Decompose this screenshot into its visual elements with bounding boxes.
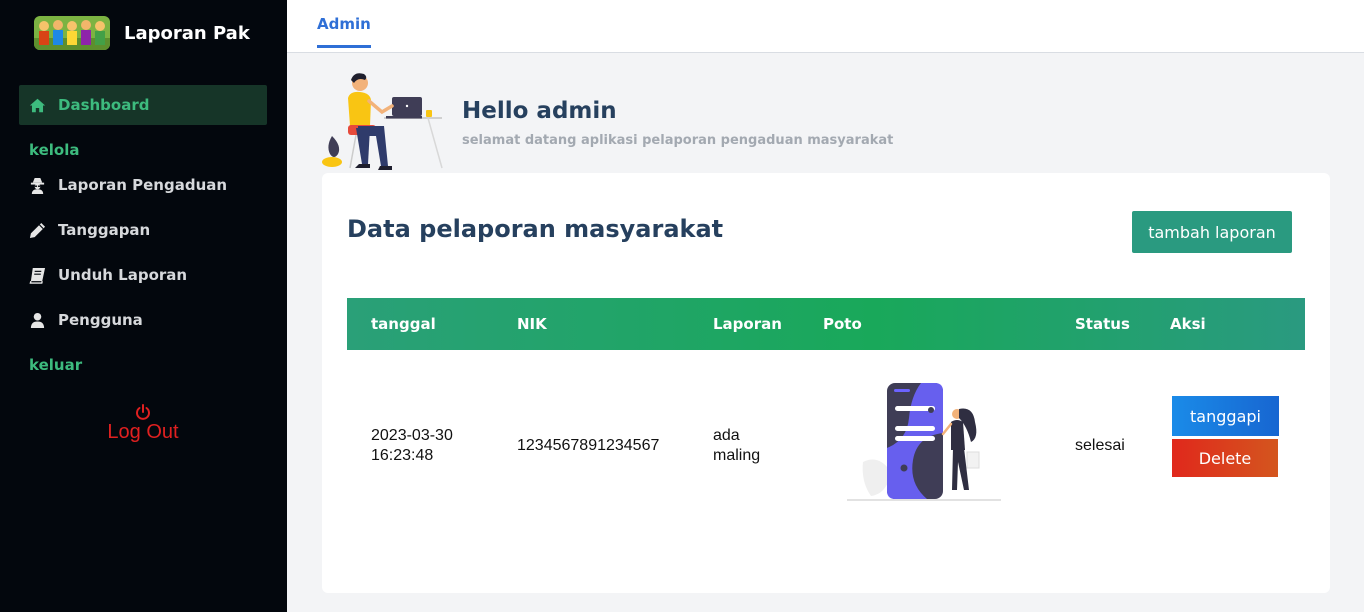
cell-nik: 1234567891234567 bbox=[517, 437, 660, 454]
delete-button[interactable]: Delete bbox=[1172, 439, 1278, 477]
person-at-desk-illustration bbox=[318, 70, 446, 174]
sidebar-item-tanggapan[interactable]: Tanggapan bbox=[29, 221, 150, 239]
tab-admin[interactable]: Admin bbox=[317, 0, 371, 48]
column-header-laporan: Laporan bbox=[713, 315, 782, 333]
section-label-kelola: kelola bbox=[29, 141, 80, 159]
table-header: tanggal NIK Laporan Poto Status Aksi bbox=[347, 298, 1305, 350]
sidebar-item-laporan-pengaduan[interactable]: Laporan Pengaduan bbox=[29, 176, 227, 194]
logout-button[interactable]: Log Out bbox=[100, 404, 186, 444]
user-icon bbox=[30, 312, 45, 328]
section-label-keluar: keluar bbox=[29, 356, 83, 374]
respond-button[interactable]: tanggapi bbox=[1172, 396, 1279, 436]
cell-laporan-line: ada bbox=[713, 427, 740, 444]
column-header-poto: Poto bbox=[823, 315, 862, 333]
sidebar: Laporan Pak Dashboard kelola Laporan Pen… bbox=[0, 0, 287, 612]
add-report-button[interactable]: tambah laporan bbox=[1132, 211, 1292, 253]
card-title: Data pelaporan masyarakat bbox=[347, 215, 724, 243]
greeting-title: Hello admin bbox=[462, 98, 617, 124]
sidebar-item-label: Laporan Pengaduan bbox=[58, 176, 228, 194]
brand[interactable]: Laporan Pak bbox=[34, 16, 250, 50]
report-photo bbox=[847, 378, 1003, 502]
cell-status: selesai bbox=[1075, 437, 1125, 454]
column-header-tanggal: tanggal bbox=[371, 315, 436, 333]
sidebar-item-pengguna[interactable]: Pengguna bbox=[29, 311, 143, 329]
brand-name: Laporan Pak bbox=[124, 22, 250, 44]
logout-label: Log Out bbox=[107, 421, 179, 443]
sidebar-item-label: Dashboard bbox=[58, 96, 150, 114]
table-row: 2023-03-30 16:23:48 1234567891234567 ada… bbox=[347, 350, 1305, 550]
cell-laporan: ada maling bbox=[713, 426, 760, 466]
sidebar-item-label: Tanggapan bbox=[58, 221, 151, 239]
topbar: Admin bbox=[287, 0, 1364, 53]
greeting-subtitle: selamat datang aplikasi pelaporan pengad… bbox=[462, 133, 894, 148]
user-secret-icon bbox=[30, 177, 45, 194]
sidebar-item-label: Unduh Laporan bbox=[58, 266, 188, 284]
people-group-logo bbox=[34, 16, 110, 50]
column-header-status: Status bbox=[1075, 315, 1130, 333]
book-icon bbox=[29, 267, 46, 284]
column-header-nik: NIK bbox=[517, 315, 547, 333]
home-icon bbox=[29, 98, 46, 112]
pencil-icon bbox=[29, 222, 46, 238]
sidebar-item-dashboard[interactable]: Dashboard bbox=[19, 85, 267, 125]
cell-tanggal-time: 16:23:48 bbox=[371, 447, 434, 464]
reports-card: Data pelaporan masyarakat tambah laporan… bbox=[322, 173, 1330, 593]
cell-laporan-line: maling bbox=[713, 447, 761, 464]
column-header-aksi: Aksi bbox=[1170, 315, 1206, 333]
power-icon bbox=[136, 404, 150, 420]
cell-tanggal: 2023-03-30 16:23:48 bbox=[371, 426, 453, 466]
cell-tanggal-date: 2023-03-30 bbox=[371, 427, 453, 444]
sidebar-item-unduh-laporan[interactable]: Unduh Laporan bbox=[29, 266, 187, 284]
sidebar-item-label: Pengguna bbox=[58, 311, 143, 329]
